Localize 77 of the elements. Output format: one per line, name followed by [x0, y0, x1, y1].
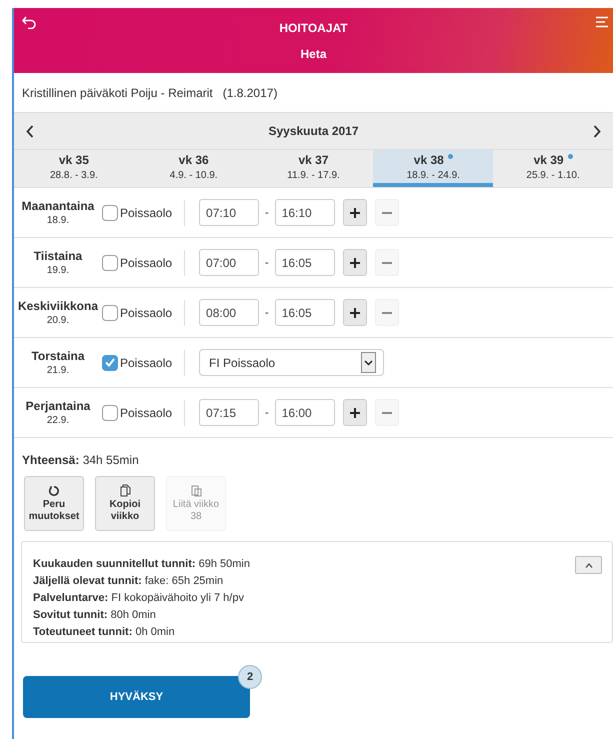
summary-line: Palveluntarve: FI kokopäivähoito yli 7 h/pv [33, 591, 244, 606]
add-button[interactable] [342, 199, 367, 226]
day-name: Keskiviikkona [18, 299, 98, 313]
week-tab[interactable]: vk 38 18.9. - 24.9. [373, 150, 494, 187]
absence-reason-select[interactable]: FI Poissaolo [199, 349, 384, 376]
day-name: Torstaina [31, 349, 85, 363]
absence-label: Poissaolo [120, 206, 172, 220]
chevron-right-icon[interactable] [593, 124, 601, 138]
summary-line: Toteutuneet tunnit: 0h 0min [33, 625, 175, 640]
start-time-field[interactable]: 07:00 [199, 249, 260, 276]
caret-icon [361, 352, 376, 373]
count-badge: 2 [238, 665, 262, 689]
month-title: Syyskuuta 2017 [268, 124, 359, 138]
day-name: Maanantaina [22, 199, 94, 213]
minus-icon [382, 312, 392, 314]
end-time-field[interactable]: 16:05 [274, 299, 335, 326]
summary-line: Sovitut tunnit: 80h 0min [33, 608, 156, 623]
absence-checkbox[interactable] [102, 254, 118, 270]
absence-checkbox[interactable] [102, 304, 118, 320]
time-separator: - [265, 406, 269, 418]
end-time-field[interactable]: 16:00 [274, 399, 335, 426]
day-date: 20.9. [46, 315, 70, 326]
back-icon[interactable] [22, 16, 36, 29]
day-date: 18.9. [46, 215, 70, 226]
remove-button[interactable] [374, 249, 399, 276]
start-time-field[interactable]: 08:00 [199, 299, 260, 326]
week-tab[interactable]: vk 35 28.8. - 3.9. [14, 150, 134, 187]
plus-icon [350, 258, 360, 268]
paste-icon [190, 484, 202, 497]
start-time-field[interactable]: 07:10 [199, 199, 260, 226]
collapse-button[interactable] [575, 556, 602, 574]
page-title: HOITOAJAT [279, 20, 348, 34]
day-name: Perjantaina [26, 399, 90, 413]
minus-icon [382, 412, 392, 414]
remove-button[interactable] [374, 399, 399, 426]
minus-icon [382, 212, 392, 214]
plus-icon [350, 408, 360, 418]
time-separator: - [265, 206, 269, 218]
end-time-field[interactable]: 16:10 [274, 199, 335, 226]
absence-label: Poissaolo [120, 256, 172, 270]
minus-icon [382, 262, 392, 264]
week-tab[interactable]: vk 39 25.9. - 1.10. [493, 150, 613, 187]
plus-icon [350, 308, 360, 318]
day-date: 19.9. [46, 265, 70, 276]
absence-checkbox[interactable] [102, 404, 118, 420]
absence-label: Poissaolo [120, 306, 172, 320]
add-button[interactable] [342, 249, 367, 276]
absence-checkbox[interactable] [102, 354, 118, 370]
absence-checkbox[interactable] [102, 204, 118, 220]
add-button[interactable] [342, 299, 367, 326]
day-date: 21.9. [46, 365, 70, 376]
time-separator: - [265, 256, 269, 268]
start-time-field[interactable]: 07:15 [199, 399, 260, 426]
time-separator: - [265, 306, 269, 318]
day-date: 22.9. [46, 415, 70, 426]
child-name: Heta [300, 46, 326, 60]
plus-icon [350, 208, 360, 218]
add-button[interactable] [342, 399, 367, 426]
absence-label: Poissaolo [120, 406, 172, 420]
absence-label: Poissaolo [120, 356, 172, 370]
action-button[interactable]: Kopioi viikko [95, 476, 155, 531]
total-hours: Yhteensä: 34h 55min [21, 452, 140, 467]
chevron-left-icon[interactable] [26, 124, 34, 138]
chevron-up-icon [584, 562, 592, 568]
remove-button[interactable] [374, 199, 399, 226]
menu-icon[interactable] [596, 16, 608, 28]
daycare-name: Kristillinen päiväkoti Poiju - Reimarit (1.8.2017) [21, 84, 278, 102]
week-tab[interactable]: vk 37 11.9. - 17.9. [254, 150, 374, 187]
remove-button[interactable] [374, 299, 399, 326]
action-button[interactable]: Peru muutokset [24, 476, 84, 531]
end-time-field[interactable]: 16:05 [274, 249, 335, 276]
copy-icon [120, 484, 130, 497]
undo-icon [48, 484, 60, 496]
day-name: Tiistaina [34, 249, 82, 263]
summary-line: Jäljellä olevat tunnit: fake: 65h 25min [33, 574, 224, 589]
week-tab[interactable]: vk 36 4.9. - 10.9. [134, 150, 254, 187]
summary-line: Kuukauden suunnitellut tunnit: 69h 50min [33, 557, 250, 572]
